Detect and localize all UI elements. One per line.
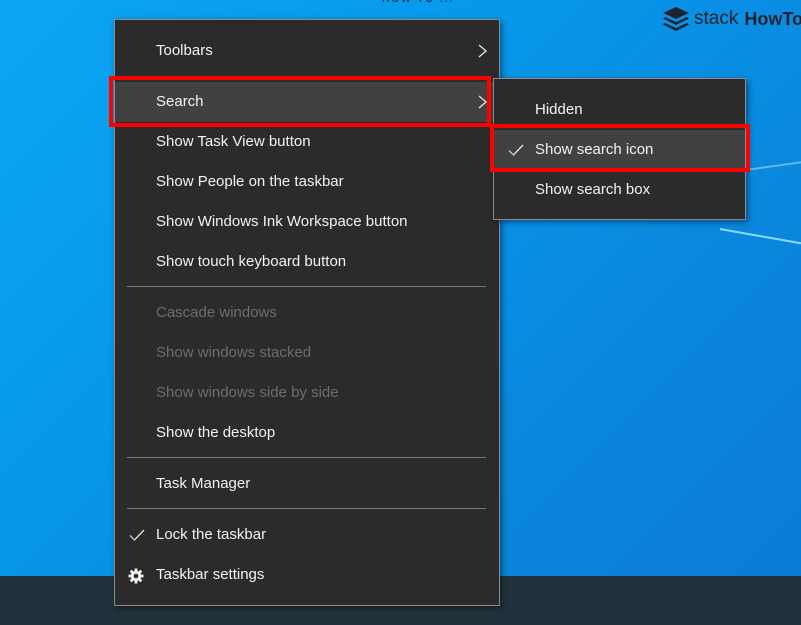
cropped-header-text: HOW TO ... <box>382 0 472 4</box>
menu-item-label: Show search box <box>535 181 651 198</box>
submenu-item-show-search-icon[interactable]: Show search icon <box>494 130 745 170</box>
menu-item-cascade-windows: Cascade windows <box>115 293 499 333</box>
menu-item-taskbar-settings[interactable]: Taskbar settings <box>115 555 499 595</box>
chevron-right-icon <box>478 44 487 58</box>
menu-item-search[interactable]: Search <box>115 82 499 122</box>
search-submenu: Hidden Show search icon Show search box <box>493 78 746 220</box>
chevron-right-icon <box>478 95 487 109</box>
check-icon <box>508 144 524 156</box>
check-icon <box>129 529 145 541</box>
menu-item-label: Taskbar settings <box>156 566 265 583</box>
logo-text-howto: HowTo <box>744 8 801 29</box>
menu-separator <box>127 457 486 458</box>
menu-item-label: Hidden <box>535 101 583 118</box>
menu-item-show-windows-side-by-side: Show windows side by side <box>115 373 499 413</box>
menu-item-label: Show windows stacked <box>156 344 312 361</box>
menu-item-label: Show windows side by side <box>156 384 339 401</box>
menu-item-show-the-desktop[interactable]: Show the desktop <box>115 413 499 453</box>
submenu-item-show-search-box[interactable]: Show search box <box>494 170 745 210</box>
menu-item-toolbars[interactable]: Toolbars <box>115 31 499 71</box>
stackhowto-logo: stack HowTo <box>662 6 801 32</box>
menu-item-label: Cascade windows <box>156 304 277 321</box>
menu-item-lock-the-taskbar[interactable]: Lock the taskbar <box>115 515 499 555</box>
taskbar-context-menu: Toolbars Search Show Task View button Sh… <box>114 19 500 606</box>
menu-item-show-people[interactable]: Show People on the taskbar <box>115 162 499 202</box>
wallpaper-light-beam <box>719 228 801 251</box>
menu-item-show-task-view-button[interactable]: Show Task View button <box>115 122 499 162</box>
logo-text-stack: stack <box>694 8 739 29</box>
menu-item-label: Show the desktop <box>156 424 276 441</box>
menu-separator <box>127 286 486 287</box>
submenu-item-hidden[interactable]: Hidden <box>494 90 745 130</box>
menu-item-label: Show Windows Ink Workspace button <box>156 213 408 230</box>
menu-item-show-windows-stacked: Show windows stacked <box>115 333 499 373</box>
gear-icon <box>128 568 144 584</box>
menu-item-label: Show Task View button <box>156 133 311 150</box>
menu-item-show-windows-ink[interactable]: Show Windows Ink Workspace button <box>115 202 499 242</box>
menu-item-label: Lock the taskbar <box>156 526 267 543</box>
menu-item-show-touch-keyboard[interactable]: Show touch keyboard button <box>115 242 499 282</box>
layers-icon <box>663 7 689 31</box>
menu-item-label: Toolbars <box>156 42 213 59</box>
menu-item-label: Search <box>156 93 204 110</box>
menu-separator <box>127 508 486 509</box>
menu-item-task-manager[interactable]: Task Manager <box>115 464 499 504</box>
menu-item-label: Show touch keyboard button <box>156 253 347 270</box>
menu-item-label: Show People on the taskbar <box>156 173 344 190</box>
menu-item-label: Show search icon <box>535 141 654 158</box>
menu-item-label: Task Manager <box>156 475 251 492</box>
